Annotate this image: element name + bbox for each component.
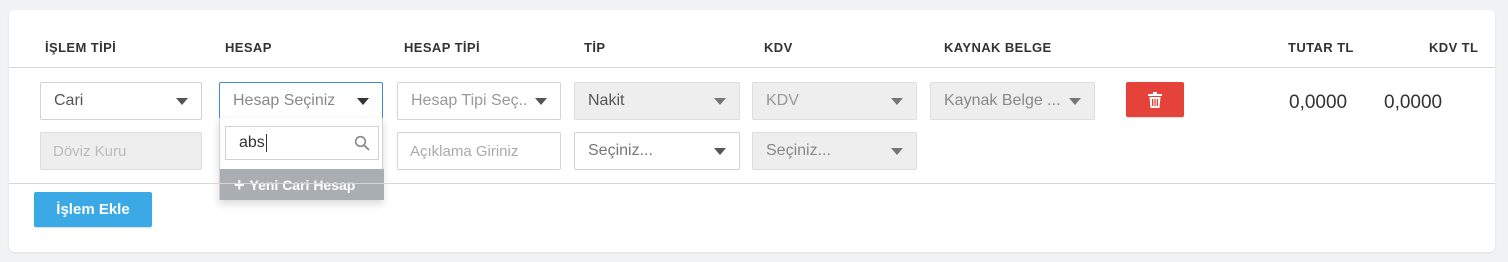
row-divider	[9, 183, 1495, 184]
kdv2-select[interactable]: Seçiniz...	[752, 132, 917, 170]
kaynak-belge-placeholder: Kaynak Belge ...	[944, 92, 1061, 109]
trash-icon	[1148, 91, 1162, 108]
kdv2-placeholder: Seçiniz...	[766, 142, 831, 159]
header-kdv: KDV	[764, 40, 793, 55]
text-cursor	[265, 134, 267, 152]
header-islem-tipi: İŞLEM TİPİ	[45, 40, 117, 55]
header-hesap: HESAP	[225, 40, 272, 55]
aciklama-placeholder: Açıklama Giriniz	[410, 142, 519, 160]
doviz-kuru-placeholder: Döviz Kuru	[53, 142, 127, 160]
tip-select[interactable]: Nakit	[574, 82, 740, 120]
caret-down-icon	[176, 97, 188, 105]
kaynak-belge-select[interactable]: Kaynak Belge ...	[930, 82, 1095, 120]
hesap-tipi-placeholder: Hesap Tipi Seç...	[411, 92, 527, 109]
tip-value: Nakit	[588, 92, 625, 109]
caret-down-icon	[1069, 97, 1081, 105]
hesap-placeholder: Hesap Seçiniz	[233, 92, 336, 109]
header-tutar-tl: TUTAR TL	[1288, 40, 1354, 55]
doviz-kuru-input[interactable]: Döviz Kuru	[40, 132, 202, 170]
tip2-placeholder: Seçiniz...	[588, 142, 653, 159]
header-tip: TİP	[584, 40, 606, 55]
hesap-select[interactable]: Hesap Seçiniz	[219, 82, 383, 120]
header-divider	[9, 67, 1495, 68]
kdv-select[interactable]: KDV	[752, 82, 917, 120]
header-kdv-tl: KDV TL	[1429, 40, 1479, 55]
new-cari-hesap-label: Yeni Cari Hesap	[249, 176, 356, 193]
caret-down-icon	[535, 97, 547, 105]
add-transaction-button[interactable]: İşlem Ekle	[34, 192, 152, 227]
new-cari-hesap-option[interactable]: + Yeni Cari Hesap	[220, 169, 384, 200]
islem-tipi-value: Cari	[54, 92, 84, 109]
plus-icon: +	[234, 174, 245, 195]
hesap-dropdown: abs + Yeni Cari Hesap	[219, 118, 384, 200]
hesap-tipi-select[interactable]: Hesap Tipi Seç...	[397, 82, 561, 120]
tip2-select[interactable]: Seçiniz...	[574, 132, 740, 170]
tutar-tl-value: 0,0000	[1289, 92, 1348, 113]
hesap-search-input[interactable]: abs	[225, 126, 379, 160]
kdv-tl-value: 0,0000	[1384, 92, 1443, 113]
islem-tipi-select[interactable]: Cari	[40, 82, 202, 120]
search-icon	[354, 135, 370, 151]
caret-down-icon	[891, 147, 903, 155]
delete-row-button[interactable]	[1126, 82, 1184, 117]
caret-down-icon	[714, 147, 726, 155]
kdv-placeholder: KDV	[766, 92, 799, 109]
header-kaynak-belge: KAYNAK BELGE	[944, 40, 1052, 55]
caret-down-icon	[891, 97, 903, 105]
caret-down-icon	[714, 97, 726, 105]
hesap-search-value: abs	[239, 134, 265, 151]
caret-down-icon	[357, 97, 369, 105]
aciklama-input[interactable]: Açıklama Giriniz	[397, 132, 561, 170]
header-hesap-tipi: HESAP TİPİ	[404, 40, 481, 55]
